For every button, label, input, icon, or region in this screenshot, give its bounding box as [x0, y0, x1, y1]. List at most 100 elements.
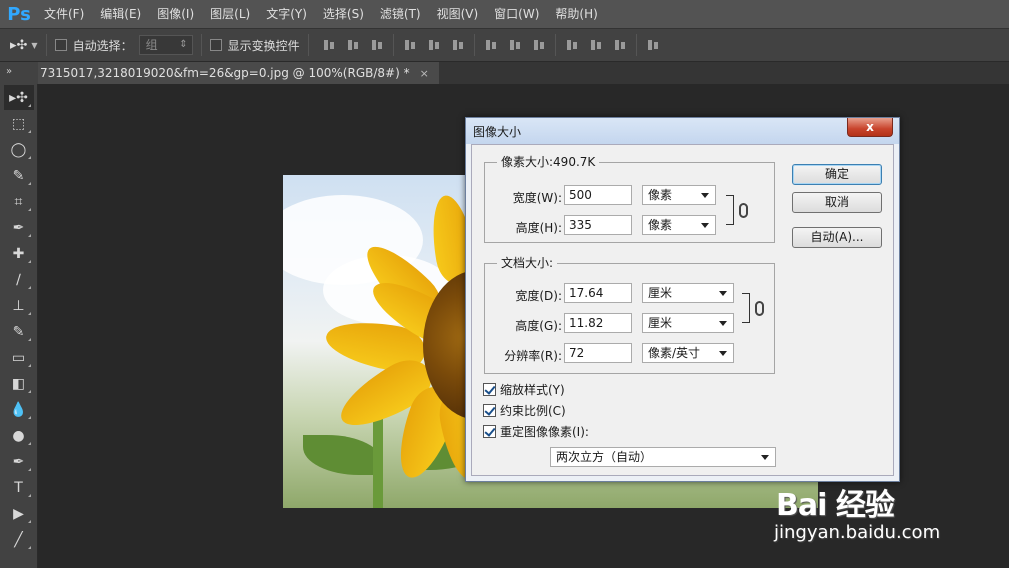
resample-checkbox-row[interactable]: 重定图像像素(I): [483, 423, 589, 440]
divider [554, 34, 556, 56]
constrain-proportions-checkbox-row[interactable]: 约束比例(C) [483, 402, 566, 419]
link-bracket [726, 195, 734, 225]
move-tool-icon[interactable]: ▸✣ [3, 85, 34, 110]
document-width-unit-dropdown[interactable]: 厘米 [642, 283, 734, 303]
path-select-tool-icon[interactable]: ▶ [4, 501, 34, 526]
document-height-unit-dropdown[interactable]: 厘米 [642, 313, 734, 333]
menu-help[interactable]: 帮助(H) [547, 0, 605, 28]
resample-label: 重定图像像素(I): [500, 425, 589, 439]
divider [473, 34, 475, 56]
blur-tool-icon[interactable]: 💧 [4, 397, 34, 422]
menu-file[interactable]: 文件(F) [36, 0, 92, 28]
move-tool-icon: ▸✣ [10, 37, 28, 53]
ok-button[interactable]: 确定 [792, 164, 882, 185]
eyedropper-tool-icon[interactable]: ✒ [4, 215, 34, 240]
document-tab-strip: » 7315017,3218019020&fm=26&gp=0.jpg @ 10… [0, 62, 1009, 84]
type-tool-icon[interactable]: T [4, 475, 34, 500]
resample-method-dropdown[interactable]: 两次立方（自动） [550, 447, 776, 467]
auto-select-dropdown[interactable]: 组 [138, 35, 193, 55]
divider [307, 34, 309, 56]
divider [200, 34, 202, 56]
dialog-body: 像素大小:490.7K 宽度(W): 500 像素 高度(H): 335 像素 … [471, 144, 894, 476]
pixel-dimensions-legend: 像素大小:490.7K [497, 155, 600, 169]
menu-layer[interactable]: 图层(L) [202, 0, 258, 28]
menu-view[interactable]: 视图(V) [429, 0, 487, 28]
pixel-width-field[interactable]: 500 [564, 185, 632, 205]
document-width-field[interactable]: 17.64 [564, 283, 632, 303]
paint-bucket-tool-icon[interactable]: ◧ [4, 371, 34, 396]
line-tool-icon[interactable]: ╱ [4, 527, 34, 552]
auto-button[interactable]: 自动(A)... [792, 227, 882, 248]
image-size-dialog: 图像大小 x 像素大小:490.7K 宽度(W): 500 像素 高度(H): … [465, 117, 900, 482]
marquee-tool-icon[interactable]: ⬚ [4, 111, 34, 136]
pixel-height-label: 高度(H): [515, 221, 562, 235]
align-bottom-icon[interactable] [370, 38, 384, 52]
pixel-width-unit-dropdown[interactable]: 像素 [642, 185, 716, 205]
menu-filter[interactable]: 滤镜(T) [372, 0, 429, 28]
auto-align-layers-icon[interactable] [646, 38, 660, 52]
dialog-close-button[interactable]: x [847, 118, 893, 137]
align-left-icon[interactable] [403, 38, 417, 52]
menu-window[interactable]: 窗口(W) [486, 0, 547, 28]
menu-type[interactable]: 文字(Y) [258, 0, 315, 28]
document-height-label: 高度(G): [515, 319, 562, 333]
auto-select-checkbox[interactable] [54, 39, 67, 51]
healing-brush-tool-icon[interactable]: ✚ [4, 241, 34, 266]
distribute-bottom-icon[interactable] [532, 38, 546, 52]
eraser-tool-icon[interactable]: ▭ [4, 345, 34, 370]
pen-tool-icon[interactable]: ✒ [4, 449, 34, 474]
align-right-icon[interactable] [451, 38, 465, 52]
align-horizontal-center-icon[interactable] [427, 38, 441, 52]
distribute-right-icon[interactable] [613, 38, 627, 52]
tool-preset-picker[interactable]: ▸✣ ▼ [10, 38, 38, 53]
link-bracket [742, 293, 750, 323]
resample-checkbox[interactable] [483, 425, 496, 438]
pixel-width-label: 宽度(W): [512, 191, 562, 205]
scale-styles-label: 缩放样式(Y) [500, 383, 565, 397]
crop-tool-icon[interactable]: ⌗ [4, 189, 34, 214]
divider [392, 34, 394, 56]
chevron-down-icon: ▼ [31, 40, 38, 50]
dialog-title: 图像大小 [473, 124, 522, 139]
document-tab-title: 7315017,3218019020&fm=26&gp=0.jpg @ 100%… [40, 66, 410, 80]
history-brush-tool-icon[interactable]: ✎ [4, 319, 34, 344]
scale-styles-checkbox[interactable] [483, 383, 496, 396]
watermark-url: jingyan.baidu.com [774, 522, 941, 543]
resolution-unit-dropdown[interactable]: 像素/英寸 [642, 343, 734, 363]
document-height-field[interactable]: 11.82 [564, 313, 632, 333]
pixel-height-field[interactable]: 335 [564, 215, 632, 235]
collapse-panels-icon[interactable]: » [0, 62, 38, 84]
document-tab[interactable]: 7315017,3218019020&fm=26&gp=0.jpg @ 100%… [38, 62, 439, 84]
baidu-jingyan-watermark: Bai 经验 jingyan.baidu.com [774, 462, 974, 552]
close-icon[interactable]: × [420, 67, 429, 80]
align-top-icon[interactable] [322, 38, 336, 52]
divider [45, 34, 47, 56]
divider [635, 34, 637, 56]
menu-select[interactable]: 选择(S) [315, 0, 372, 28]
dialog-titlebar[interactable]: 图像大小 x [466, 118, 899, 144]
document-width-label: 宽度(D): [515, 289, 562, 303]
chain-link-icon [739, 203, 748, 218]
watermark-brand: Bai 经验 [776, 488, 895, 523]
scale-styles-checkbox-row[interactable]: 缩放样式(Y) [483, 381, 565, 398]
distribute-top-icon[interactable] [484, 38, 498, 52]
cancel-button[interactable]: 取消 [792, 192, 882, 213]
distribute-vertical-center-icon[interactable] [508, 38, 522, 52]
resolution-field[interactable]: 72 [564, 343, 632, 363]
distribute-horizontal-center-icon[interactable] [589, 38, 603, 52]
leaf-shape [303, 435, 383, 475]
pixel-height-unit-dropdown[interactable]: 像素 [642, 215, 716, 235]
show-transform-label: 显示变换控件 [227, 38, 300, 53]
chain-link-icon [755, 301, 764, 316]
show-transform-checkbox[interactable] [209, 39, 222, 51]
clone-stamp-tool-icon[interactable]: ⊥ [4, 293, 34, 318]
constrain-proportions-checkbox[interactable] [483, 404, 496, 417]
align-vertical-center-icon[interactable] [346, 38, 360, 52]
brush-tool-icon[interactable]: ∕ [4, 267, 34, 292]
dodge-tool-icon[interactable]: ● [4, 423, 34, 448]
quick-select-tool-icon[interactable]: ✎ [4, 163, 34, 188]
menu-edit[interactable]: 编辑(E) [92, 0, 149, 28]
lasso-tool-icon[interactable]: ◯ [4, 137, 34, 162]
menu-image[interactable]: 图像(I) [149, 0, 202, 28]
distribute-left-icon[interactable] [565, 38, 579, 52]
